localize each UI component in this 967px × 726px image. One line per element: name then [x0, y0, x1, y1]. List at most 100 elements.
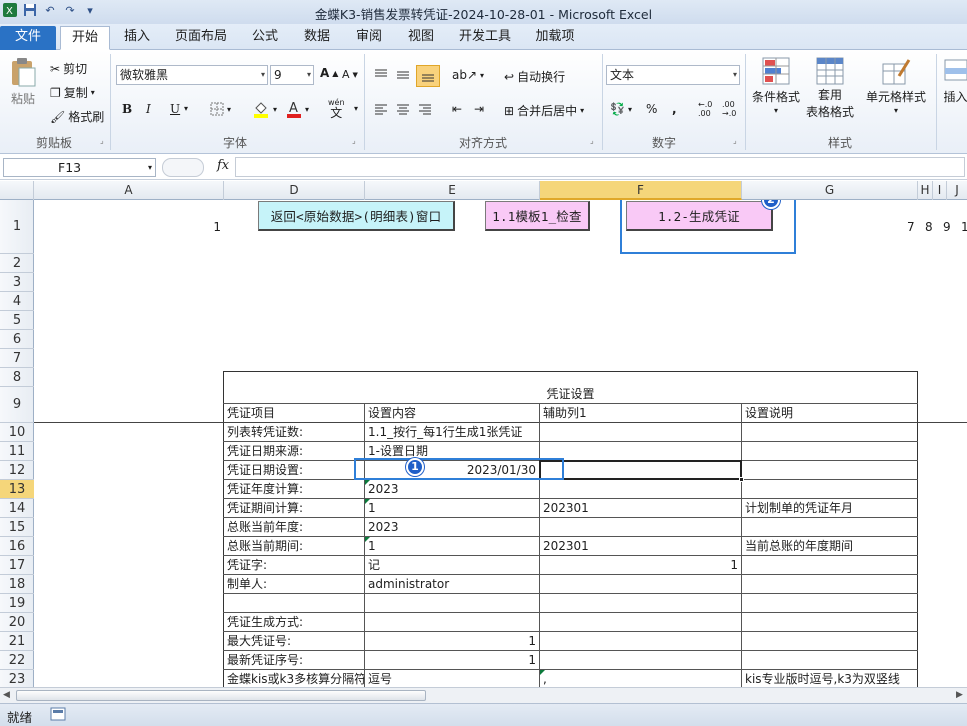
scroll-thumb[interactable] — [16, 690, 426, 701]
tab-view[interactable]: 视图 — [400, 26, 442, 50]
tab-file[interactable]: 文件 — [0, 26, 56, 50]
table-cell[interactable]: 计划制单的凭证年月 — [742, 499, 917, 517]
table-cell[interactable]: 金蝶kis或k3多核算分隔符 — [224, 670, 364, 687]
name-box[interactable]: F13 ▾ — [3, 158, 156, 177]
column-header-g[interactable]: G — [742, 181, 918, 200]
cell-styles-button[interactable]: 单元格样式 ▾ — [866, 56, 926, 115]
row-header[interactable]: 2 — [0, 254, 34, 273]
active-cell-f13[interactable] — [539, 460, 742, 480]
table-cell[interactable]: 2023 — [365, 518, 539, 536]
row-header[interactable]: 7 — [0, 349, 34, 368]
table-cell[interactable]: 凭证生成方式: — [224, 613, 364, 631]
tab-formulas[interactable]: 公式 — [244, 26, 286, 50]
scroll-left-icon[interactable]: ◀ — [3, 690, 10, 700]
tab-review[interactable]: 审阅 — [348, 26, 390, 50]
table-cell[interactable]: 202301 — [540, 499, 741, 517]
accounting-format-button[interactable]: 💱 ▾ — [610, 102, 632, 116]
borders-button[interactable]: ▾ — [210, 102, 231, 116]
table-cell[interactable]: 1 — [365, 499, 539, 517]
row-header[interactable]: 20 — [0, 613, 34, 632]
formula-bar-splitter[interactable] — [162, 158, 204, 177]
copy-dropdown-icon[interactable]: ▾ — [91, 88, 95, 97]
macro-record-icon[interactable] — [50, 707, 66, 724]
row-header[interactable]: 5 — [0, 311, 34, 330]
orientation-icon[interactable]: ab↗ ▾ — [452, 68, 484, 82]
cell-a1[interactable]: 1 — [184, 218, 224, 236]
table-cell[interactable]: 1 — [365, 632, 539, 650]
cell-i1[interactable]: 8 — [922, 218, 936, 236]
italic-button[interactable]: I — [146, 102, 151, 116]
column-header-d[interactable]: D — [224, 181, 365, 200]
table-cell[interactable]: 凭证日期设置: — [224, 461, 364, 479]
alignment-launcher-icon[interactable]: ⌟ — [590, 136, 594, 145]
phonetic-button[interactable]: wén 文 — [328, 98, 345, 120]
row-header[interactable]: 12 — [0, 461, 34, 480]
row-header[interactable]: 21 — [0, 632, 34, 651]
row-header[interactable]: 15 — [0, 518, 34, 537]
select-all-corner[interactable] — [0, 181, 34, 200]
insert-cells-button[interactable]: 插入 — [944, 56, 967, 105]
row-header[interactable]: 6 — [0, 330, 34, 349]
cell-j1-a[interactable]: 9 — [940, 218, 954, 236]
increase-decimal-button[interactable]: ←.0 .00 — [698, 100, 712, 118]
table-cell[interactable]: administrator — [365, 575, 539, 593]
decrease-decimal-button[interactable]: .00 →.0 — [722, 100, 736, 118]
paste-button[interactable]: 粘贴 — [8, 56, 38, 107]
column-header-a[interactable]: A — [34, 181, 224, 200]
table-cell[interactable]: 最大凭证号: — [224, 632, 364, 650]
conditional-format-button[interactable]: 条件格式 ▾ — [752, 56, 800, 115]
tab-home[interactable]: 开始 — [60, 26, 110, 50]
cut-button[interactable]: ✂ 剪切 — [50, 60, 87, 77]
percent-button[interactable]: % — [646, 102, 657, 116]
check-template-button[interactable]: 1.1模板1_检查 — [485, 201, 590, 231]
table-cell[interactable]: 202301 — [540, 537, 741, 555]
increase-indent-icon[interactable]: ⇥ — [474, 102, 484, 116]
cell-h1[interactable]: 7 — [904, 218, 918, 236]
column-header-i[interactable]: I — [933, 181, 947, 200]
fill-color-button[interactable]: ▾ — [252, 100, 277, 118]
table-cell[interactable]: 1.1_按行_每1行生成1张凭证 — [365, 423, 539, 441]
phonetic-dropdown-icon[interactable]: ▾ — [354, 104, 358, 113]
row-header[interactable]: 10 — [0, 423, 34, 442]
table-cell[interactable]: 逗号 — [365, 670, 539, 687]
shrink-font-button[interactable]: A ▼ — [342, 68, 358, 81]
decrease-indent-icon[interactable]: ⇤ — [452, 102, 462, 116]
tab-developer[interactable]: 开发工具 — [452, 26, 518, 50]
column-header-f[interactable]: F — [540, 181, 742, 200]
clipboard-launcher-icon[interactable]: ⌟ — [100, 136, 104, 145]
table-cell[interactable]: 凭证日期来源: — [224, 442, 364, 460]
table-cell[interactable]: 列表转凭证数: — [224, 423, 364, 441]
row-header[interactable]: 19 — [0, 594, 34, 613]
wrap-text-button[interactable]: ↩ 自动换行 — [504, 68, 565, 85]
row-header[interactable]: 18 — [0, 575, 34, 594]
worksheet-cells[interactable]: 1 7 8 9 1 返回<原始数据>(明细表)窗口 1.1模板1_检查 1.2-… — [34, 200, 967, 687]
table-cell[interactable]: , — [540, 670, 741, 687]
table-cell[interactable]: 2023 — [365, 480, 539, 498]
row-header[interactable]: 17 — [0, 556, 34, 575]
fill-handle[interactable] — [739, 477, 744, 482]
row-header[interactable]: 8 — [0, 368, 34, 387]
table-cell[interactable]: 凭证期间计算: — [224, 499, 364, 517]
row-header[interactable]: 14 — [0, 499, 34, 518]
table-cell[interactable]: 记 — [365, 556, 539, 574]
column-header-h[interactable]: H — [918, 181, 933, 200]
number-format-combo[interactable]: 文本 ▾ — [606, 65, 740, 85]
align-right-icon[interactable] — [418, 102, 432, 116]
table-cell[interactable]: 1 — [540, 556, 741, 574]
align-middle-icon[interactable] — [396, 68, 410, 82]
insert-function-icon[interactable]: fx — [217, 158, 229, 173]
table-cell[interactable]: 最新凭证序号: — [224, 651, 364, 669]
font-size-combo[interactable]: 9 ▾ — [270, 65, 314, 85]
row-header[interactable]: 22 — [0, 651, 34, 670]
tab-page-layout[interactable]: 页面布局 — [168, 26, 234, 50]
table-cell[interactable]: 1 — [365, 537, 539, 555]
row-header[interactable]: 3 — [0, 273, 34, 292]
comma-button[interactable]: , — [672, 102, 677, 116]
font-name-combo[interactable]: 微软雅黑 ▾ — [116, 65, 268, 85]
tab-data[interactable]: 数据 — [296, 26, 338, 50]
align-bottom-icon[interactable] — [416, 65, 440, 87]
scroll-right-icon[interactable]: ▶ — [956, 690, 963, 700]
underline-button[interactable]: U — [170, 102, 180, 116]
grow-font-button[interactable]: A ▲ — [320, 66, 338, 80]
cell-j1-b[interactable]: 1 — [958, 218, 967, 236]
